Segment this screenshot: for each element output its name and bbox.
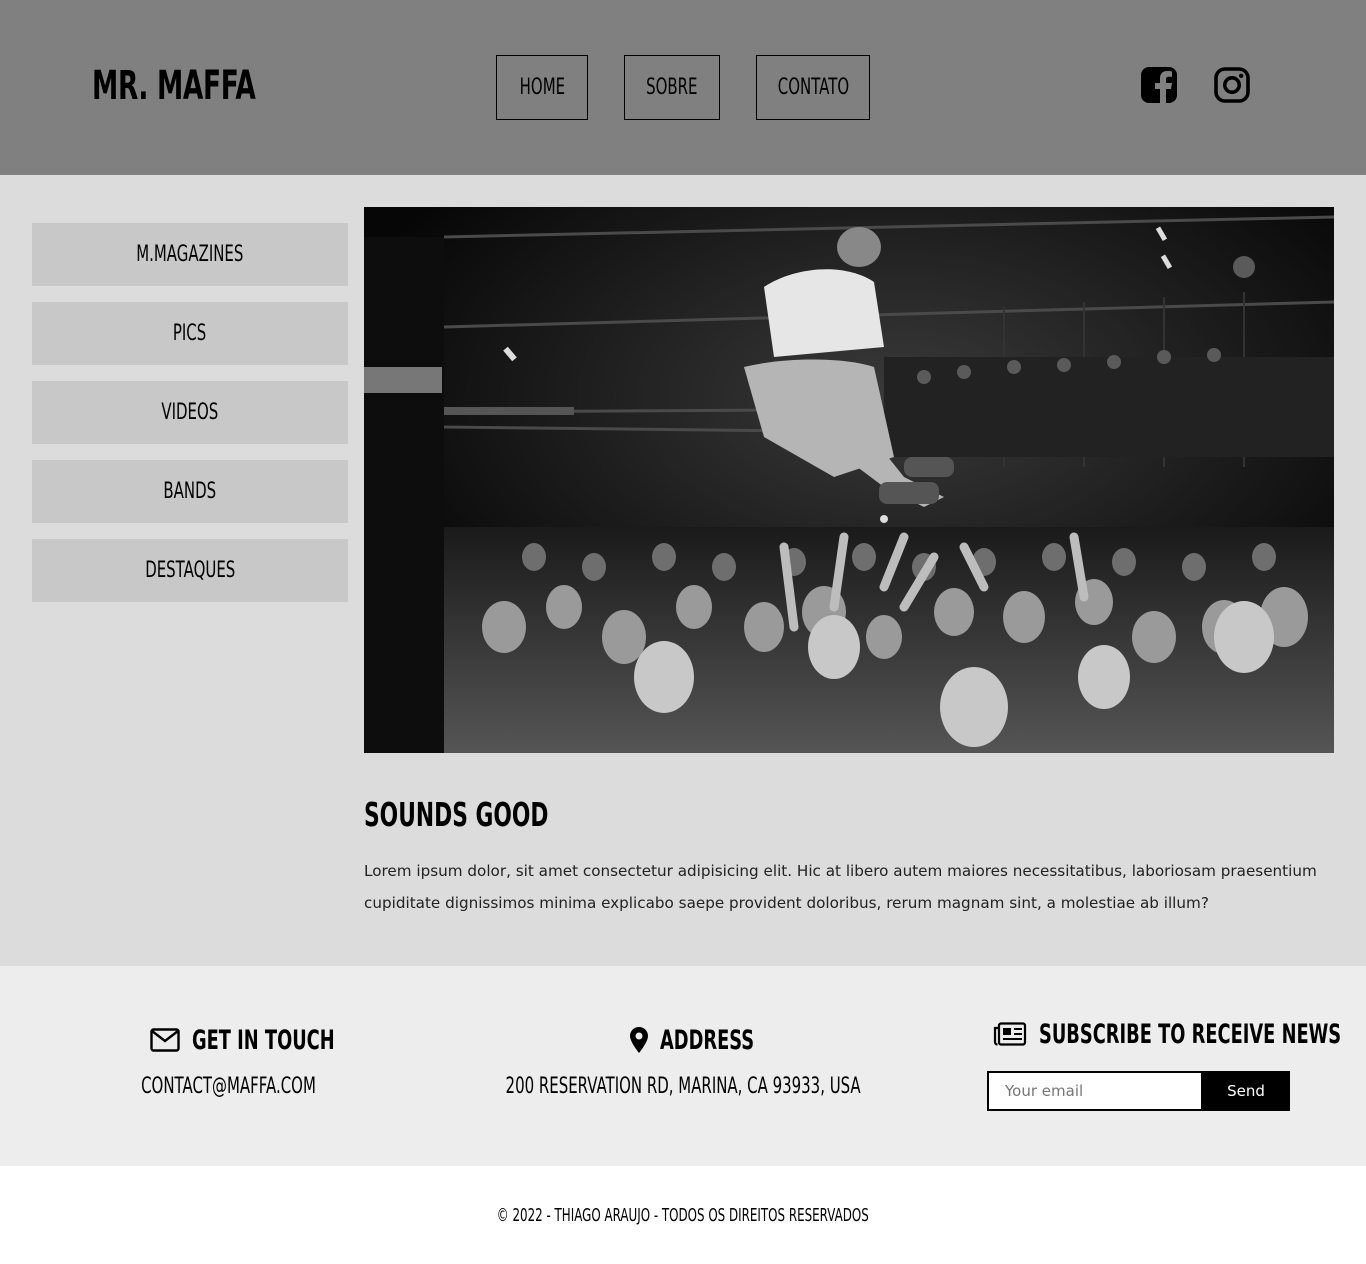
contact-heading: GET IN TOUCH xyxy=(150,1022,408,1058)
envelope-icon xyxy=(150,1028,180,1052)
address-text: 200 RESERVATION RD, MARINA, CA 93933, US… xyxy=(440,1074,926,1108)
sidebar-item-destaques[interactable]: DESTAQUES xyxy=(32,539,348,602)
newspaper-icon xyxy=(993,1022,1027,1046)
sidebar-item-bands[interactable]: BANDS xyxy=(32,460,348,523)
site-logo[interactable]: MR. MAFFA xyxy=(92,60,340,112)
address-title: ADDRESS xyxy=(660,1024,755,1056)
info-footer: GET IN TOUCH CONTACT@MAFFA.COM ADDRESS 2… xyxy=(0,966,1366,1166)
nav-home-button[interactable]: HOME xyxy=(496,55,588,120)
main-content: M.MAGAZINES PICS VIDEOS BANDS DESTAQUES xyxy=(0,175,1366,966)
instagram-icon[interactable] xyxy=(1213,66,1251,104)
nav-sobre-label: SOBRE xyxy=(646,75,698,100)
post-image xyxy=(364,207,1334,753)
sidebar-item-label: PICS xyxy=(173,321,207,346)
copyright-bar: © 2022 - THIAGO ARAUJO - TODOS OS DIREIT… xyxy=(0,1166,1366,1264)
post-body: Lorem ipsum dolor, sit amet consectetur … xyxy=(364,862,1317,912)
nav-contato-label: CONTATO xyxy=(777,75,849,100)
nav-home-label: HOME xyxy=(519,75,565,100)
facebook-icon[interactable] xyxy=(1140,66,1178,104)
email-input[interactable] xyxy=(987,1071,1203,1111)
map-pin-icon xyxy=(630,1027,648,1053)
sidebar-item-label: DESTAQUES xyxy=(144,558,236,583)
contact-email-text: CONTACT@MAFFA.COM xyxy=(140,1074,316,1099)
sidebar-item-label: VIDEOS xyxy=(161,400,219,425)
sidebar-item-videos[interactable]: VIDEOS xyxy=(32,381,348,444)
copyright-text: © 2022 - THIAGO ARAUJO - TODOS OS DIREIT… xyxy=(497,1204,869,1226)
nav-contato-button[interactable]: CONTATO xyxy=(756,55,870,120)
logo-text: MR. MAFFA xyxy=(92,63,256,109)
sidebar-item-label: M.MAGAZINES xyxy=(136,242,244,267)
site-header: MR. MAFFA HOME SOBRE CONTATO xyxy=(0,0,1366,175)
post-title-text: SOUNDS GOOD xyxy=(364,794,549,834)
contact-title: GET IN TOUCH xyxy=(192,1024,335,1056)
address-heading: ADDRESS xyxy=(630,1022,803,1058)
send-button[interactable]: Send xyxy=(1202,1071,1290,1111)
subscribe-title: SUBSCRIBE TO RECEIVE NEWS xyxy=(1039,1018,1342,1050)
sidebar-item-magazines[interactable]: M.MAGAZINES xyxy=(32,223,348,286)
sidebar-item-pics[interactable]: PICS xyxy=(32,302,348,365)
address-text-value: 200 RESERVATION RD, MARINA, CA 93933, US… xyxy=(505,1074,861,1099)
contact-email[interactable]: CONTACT@MAFFA.COM xyxy=(100,1074,356,1108)
sidebar-item-label: BANDS xyxy=(163,479,217,504)
subscribe-heading: SUBSCRIBE TO RECEIVE NEWS xyxy=(993,1016,1366,1052)
post-title: SOUNDS GOOD xyxy=(364,793,643,835)
nav-sobre-button[interactable]: SOBRE xyxy=(624,55,720,120)
